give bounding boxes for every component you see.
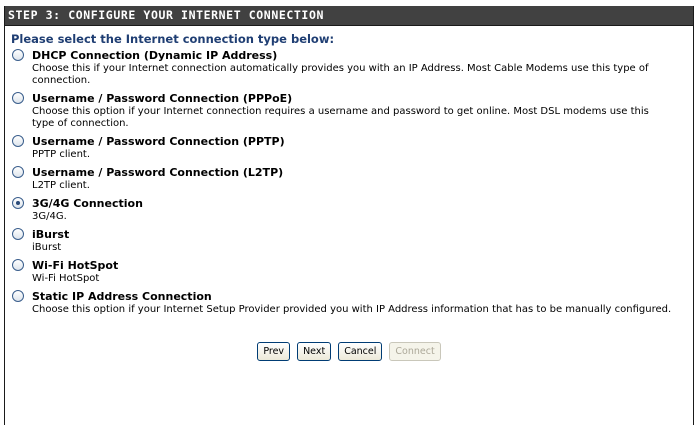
option-static-ip-description: Choose this option if your Internet Setu… [32,304,672,315]
step-header: STEP 3: CONFIGURE YOUR INTERNET CONNECTI… [5,6,693,26]
radio-dhcp[interactable] [12,49,24,61]
option-wifi-hotspot-description: Wi-Fi HotSpot [32,273,100,284]
option-dhcp-description: Choose this if your Internet connection … [32,63,649,86]
option-3g4g[interactable]: 3G/4G Connection [11,195,693,211]
option-iburst-description: iBurst [32,242,62,253]
option-static-ip-label[interactable]: Static IP Address Connection [32,290,212,303]
option-static-ip[interactable]: Static IP Address Connection [11,288,693,304]
radio-l2tp[interactable] [12,166,24,178]
option-pppoe-description: Choose this option if your Internet conn… [32,106,649,129]
option-pppoe-label[interactable]: Username / Password Connection (PPPoE) [32,92,292,105]
option-wifi-hotspot-label[interactable]: Wi-Fi HotSpot [32,259,118,272]
radio-wifi-hotspot[interactable] [12,259,24,271]
wizard-buttons: Prev Next Cancel Connect [5,342,693,361]
prev-button[interactable]: Prev [257,342,291,361]
option-l2tp-label[interactable]: Username / Password Connection (L2TP) [32,166,283,179]
radio-pppoe[interactable] [12,92,24,104]
connect-button: Connect [389,342,441,361]
selection-prompt: Please select the Internet connection ty… [11,32,335,46]
option-l2tp-description: L2TP client. [32,180,90,191]
radio-3g4g[interactable] [12,197,24,209]
option-iburst[interactable]: iBurst [11,226,693,242]
next-button[interactable]: Next [297,342,332,361]
radio-static-ip[interactable] [12,290,24,302]
option-wifi-hotspot[interactable]: Wi-Fi HotSpot [11,257,693,273]
wizard-content: Please select the Internet connection ty… [5,26,693,361]
option-3g4g-description: 3G/4G. [32,211,67,222]
option-pppoe[interactable]: Username / Password Connection (PPPoE) [11,90,693,106]
option-dhcp[interactable]: DHCP Connection (Dynamic IP Address) [11,47,693,63]
option-dhcp-label[interactable]: DHCP Connection (Dynamic IP Address) [32,49,277,62]
option-l2tp[interactable]: Username / Password Connection (L2TP) [11,164,693,180]
option-3g4g-label[interactable]: 3G/4G Connection [32,197,143,210]
option-pptp-description: PPTP client. [32,149,91,160]
radio-iburst[interactable] [12,228,24,240]
radio-pptp[interactable] [12,135,24,147]
cancel-button[interactable]: Cancel [338,342,383,361]
option-pptp-label[interactable]: Username / Password Connection (PPTP) [32,135,285,148]
wizard-panel: STEP 3: CONFIGURE YOUR INTERNET CONNECTI… [4,6,694,425]
option-iburst-label[interactable]: iBurst [32,228,69,241]
option-pptp[interactable]: Username / Password Connection (PPTP) [11,133,693,149]
